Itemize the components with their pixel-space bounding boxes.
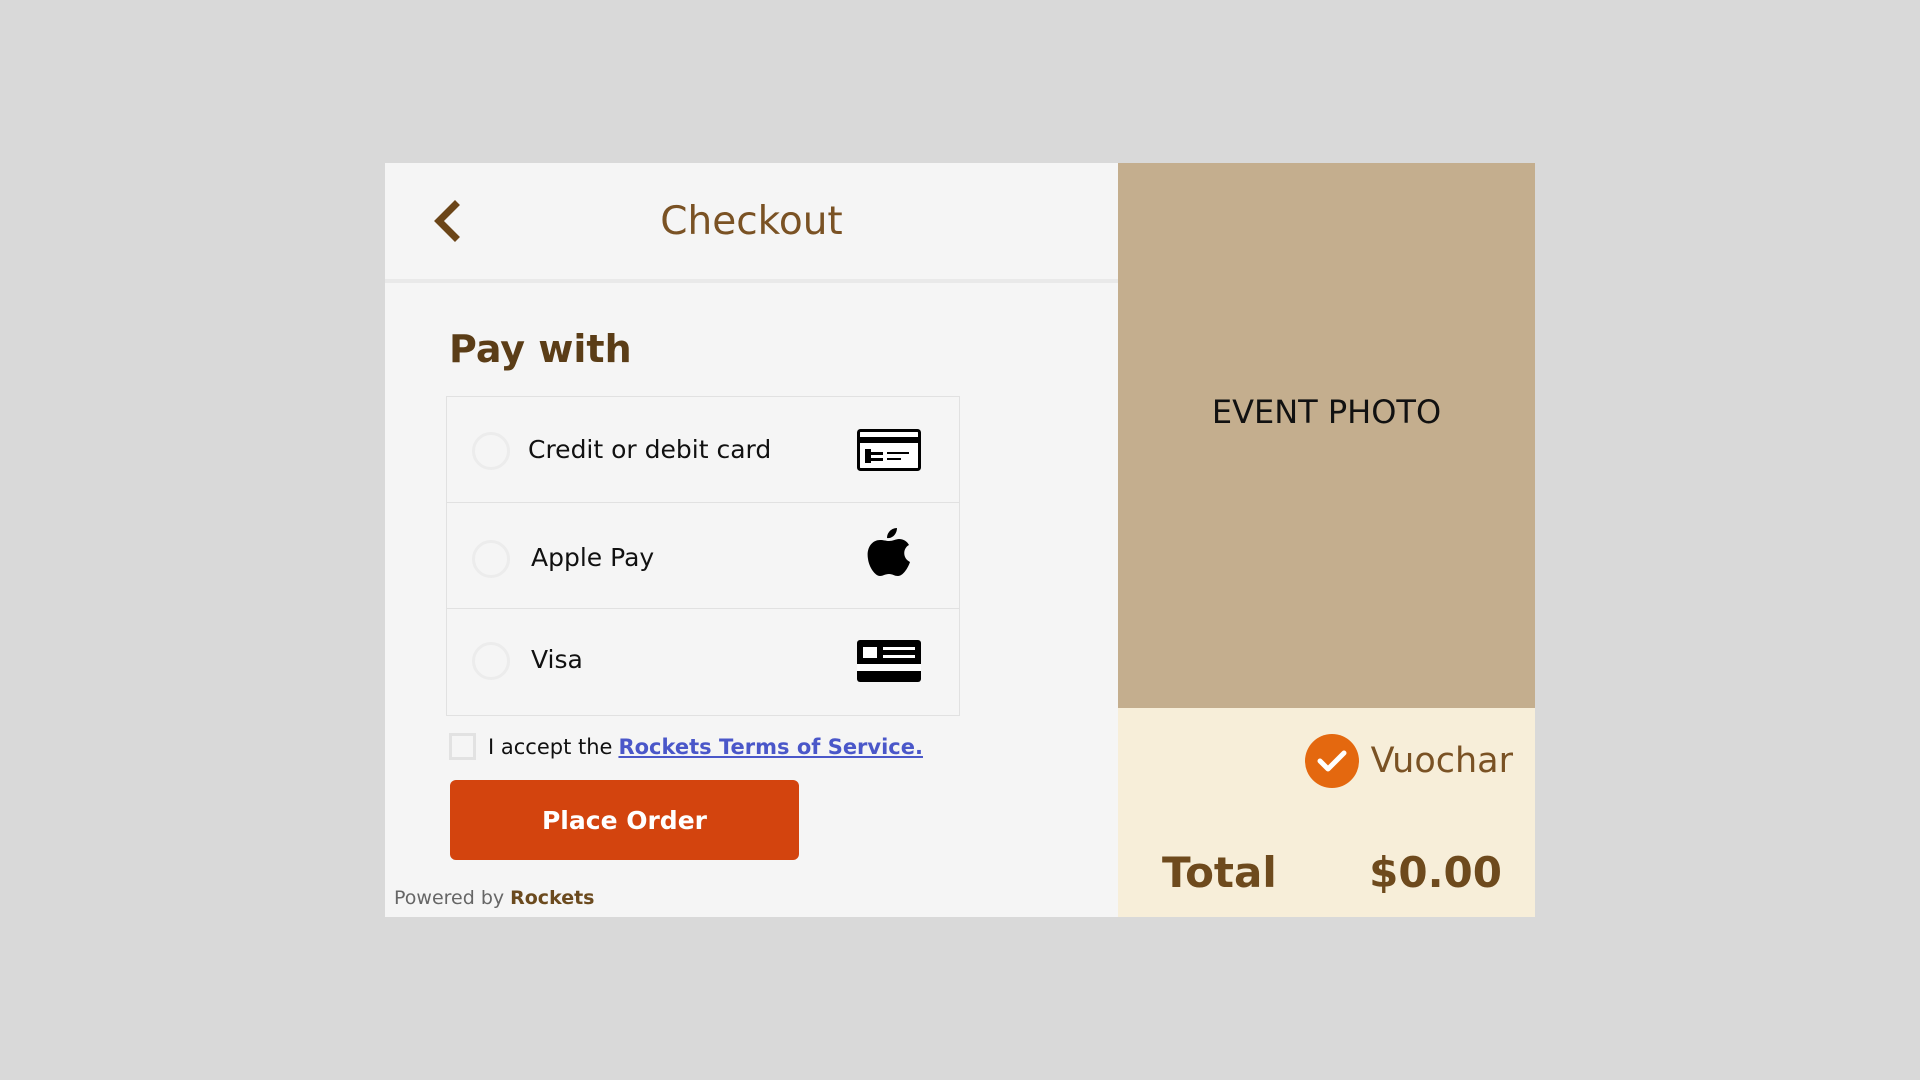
apple-pay-radio[interactable] [472, 540, 510, 578]
powered-by: Powered by Rockets [394, 887, 594, 909]
checkout-window: Checkout Pay with Credit or debit card A… [385, 163, 1535, 917]
card-option-label: Credit or debit card [528, 435, 772, 464]
event-photo: EVENT PHOTO [1118, 163, 1535, 708]
page-title: Checkout [660, 199, 843, 244]
voucher[interactable]: Vuochar [1304, 734, 1513, 788]
checkout-header: Checkout [385, 163, 1118, 283]
visa-radio[interactable] [472, 642, 510, 680]
total-label: Total [1162, 848, 1277, 897]
payment-options: Credit or debit card Apple Pay Visa [446, 396, 960, 716]
payment-option-visa[interactable]: Visa [447, 609, 959, 715]
total-value: $0.00 [1369, 848, 1502, 897]
event-photo-label: EVENT PHOTO [1211, 393, 1442, 431]
terms-link[interactable]: Rockets Terms of Service. [618, 735, 923, 759]
powered-by-text: Powered by [394, 887, 505, 909]
terms-prefix: I accept the [488, 734, 613, 759]
apple-pay-option-label: Apple Pay [531, 543, 655, 572]
apple-icon [866, 525, 912, 581]
card-radio[interactable] [472, 432, 510, 470]
order-side-panel: EVENT PHOTO Vuochar Total $0.00 [1118, 163, 1535, 917]
pay-with-heading: Pay with [449, 327, 632, 371]
place-order-button[interactable]: Place Order [450, 780, 799, 860]
check-circle-icon [1304, 734, 1359, 788]
payment-option-card[interactable]: Credit or debit card [447, 397, 959, 503]
checkout-panel: Checkout Pay with Credit or debit card A… [385, 163, 1118, 917]
voucher-label: Vuochar [1370, 741, 1513, 781]
order-summary: Vuochar Total $0.00 [1118, 708, 1535, 917]
credit-card-icon [857, 429, 921, 475]
terms-row: I accept the Rockets Terms of Service. [449, 733, 923, 760]
payment-option-apple-pay[interactable]: Apple Pay [447, 503, 959, 609]
id-card-icon [857, 640, 921, 686]
visa-option-label: Visa [531, 645, 583, 674]
terms-checkbox[interactable] [449, 733, 476, 760]
powered-by-brand: Rockets [510, 887, 595, 909]
